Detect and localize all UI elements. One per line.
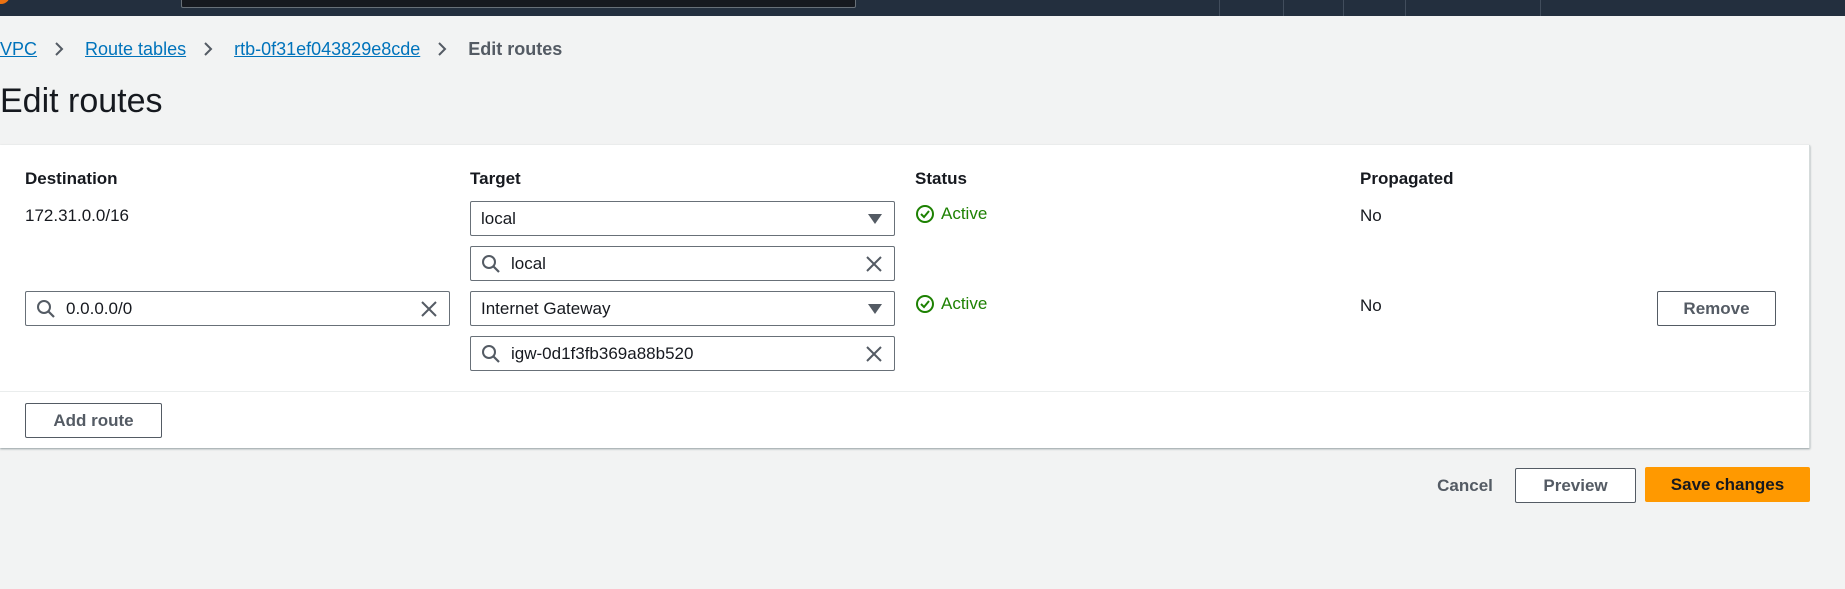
clear-icon[interactable] [864,254,884,274]
status-text: Active [941,294,988,313]
propagated-text: No [1360,206,1382,225]
column-header-propagated: Propagated [1360,169,1454,188]
check-circle-icon [916,205,934,223]
nav-separator [1540,0,1541,16]
panel-divider [0,391,1810,392]
column-header-status: Status [915,169,967,188]
chevron-right-icon [438,42,447,56]
remove-route-button[interactable]: Remove [1657,291,1776,326]
nav-separator [1405,0,1406,16]
breadcrumb-current: Edit routes [468,38,563,59]
clear-icon[interactable] [864,344,884,364]
nav-separator [1283,0,1284,16]
route-destination-text: 172.31.0.0/16 [25,206,129,225]
column-header-destination: Destination [25,169,118,188]
save-changes-button[interactable]: Save changes [1645,467,1810,502]
target-search-value: local [511,253,546,273]
status-text: Active [941,204,988,223]
target-type-select[interactable]: local [470,201,895,236]
target-search-input[interactable]: igw-0d1f3fb369a88b520 [470,336,895,371]
breadcrumb-link-route-tables[interactable]: Route tables [85,39,186,60]
search-icon [37,299,55,318]
destination-value: 0.0.0.0/0 [66,298,133,318]
breadcrumb-link-route-table-id[interactable]: rtb-0f31ef043829e8cde [234,39,420,60]
aws-logo-icon[interactable] [0,0,10,4]
routes-panel: Destination Target Status Propagated 172… [0,145,1810,448]
caret-down-icon [868,213,882,224]
destination-input[interactable]: 0.0.0.0/0 [25,291,450,326]
nav-separator [1219,0,1220,16]
chevron-right-icon [55,42,64,56]
search-icon [482,344,500,363]
column-header-target: Target [470,169,521,188]
nav-separator [1343,0,1344,16]
top-navigation-bar [0,0,1845,16]
preview-button[interactable]: Preview [1515,468,1636,503]
status-indicator: Active [915,294,987,314]
status-indicator: Active [915,204,987,224]
target-type-value: local [481,208,516,228]
chevron-right-icon [204,42,213,56]
target-search-input[interactable]: local [470,246,895,281]
global-search-input[interactable] [181,0,856,8]
target-type-select[interactable]: Internet Gateway [470,291,895,326]
breadcrumb: VPC Route tables rtb-0f31ef043829e8cde E… [0,38,562,60]
check-circle-icon [916,295,934,313]
target-search-value: igw-0d1f3fb369a88b520 [511,343,694,363]
page-title: Edit routes [0,82,163,120]
clear-icon[interactable] [419,299,439,319]
search-icon [482,254,500,273]
breadcrumb-link-vpc[interactable]: VPC [0,39,37,60]
add-route-button[interactable]: Add route [25,403,162,438]
cancel-button[interactable]: Cancel [1419,468,1511,503]
target-type-value: Internet Gateway [481,298,611,318]
propagated-text: No [1360,296,1382,315]
caret-down-icon [868,303,882,314]
